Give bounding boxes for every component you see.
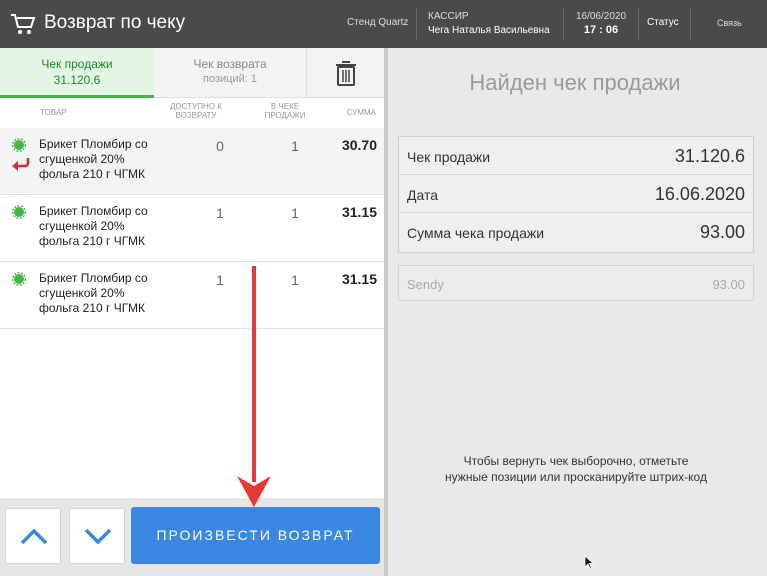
column-in-receipt-line2: ПРОДАЖИ [264,111,306,120]
status-dot-icon [12,272,26,286]
table-row[interactable]: Брикет Пломбир со сгущенкой 20% фольга 2… [0,128,384,195]
chevron-down-icon [84,528,112,545]
page-title: Возврат по чеку [44,12,186,33]
annotation-arrow [237,266,271,507]
top-bar: Возврат по чеку Стенд Quartz КАССИР Чега… [0,0,767,48]
date-value: 16.06.2020 [654,184,745,204]
clear-button[interactable] [307,48,384,98]
divider [638,8,639,40]
status-dot-icon [12,138,26,152]
info-row: Чек продажи 31.120.6 [399,137,753,175]
header-time: 17 : 06 [583,24,619,36]
tab-return-positions: позиций: 1 [203,73,257,85]
item-sum: 31.15 [341,271,377,287]
action-bar: ПРОИЗВЕСТИ ВОЗВРАТ [0,498,384,576]
table-header: ТОВАР ДОСТУПНО К ВОЗВРАТУ В ЧЕКЕ ПРОДАЖИ… [0,100,384,128]
item-available: 0 [216,138,224,154]
hint-line2: нужные позиции или просканируйте штрих-к… [445,470,707,484]
chevron-up-icon [20,528,48,545]
info-row: Сумма чека продажи 93.00 [399,213,753,251]
sendy-value: 93.00 [712,277,745,292]
column-available-line1: ДОСТУПНО К [170,102,222,111]
divider [416,8,417,40]
tab-sale-label: Чек продажи [41,57,113,71]
hint-line1: Чтобы вернуть чек выборочно, отметьте [463,454,689,468]
column-in-receipt-line1: В ЧЕКЕ [270,102,300,111]
receipt-value: 31.120.6 [674,146,745,166]
receipt-label: Чек продажи [407,149,491,165]
divider [563,8,564,40]
column-item: ТОВАР [40,108,67,117]
item-name: Брикет Пломбир со сгущенкой 20% фольга 2… [39,137,148,181]
table-row[interactable]: Брикет Пломбир со сгущенкой 20% фольга 2… [0,262,384,329]
cart-icon [11,14,36,34]
tab-return-label: Чек возврата [193,57,267,71]
status-button[interactable]: Статус [647,17,679,28]
return-arrow-icon [12,158,30,171]
tab-sale-number: 31.120.6 [53,73,101,87]
mouse-cursor-icon [584,555,594,569]
items-list: Брикет Пломбир со сгущенкой 20% фольга 2… [0,128,384,329]
found-title: Найден чек продажи [469,70,681,95]
scroll-down-button[interactable] [69,508,125,564]
trash-icon [335,61,356,86]
make-return-button[interactable]: ПРОИЗВЕСТИ ВОЗВРАТ [131,507,380,564]
tab-return-receipt[interactable]: Чек возврата позиций: 1 [154,48,307,98]
sendy-label: Sendy [407,277,444,292]
stand-name: Стенд Quartz [347,17,409,28]
receipt-info: Чек продажи 31.120.6 Дата 16.06.2020 Сум… [398,136,754,253]
hint-text: Чтобы вернуть чек выборочно, отметьте ну… [408,453,744,485]
divider [690,8,691,40]
item-sum: 31.15 [341,204,377,220]
header-date: 16/06/2020 [575,11,627,22]
cashier-name: Чега Наталья Васильевна [428,25,550,36]
details-panel: Найден чек продажи Чек продажи 31.120.6 … [388,48,767,576]
item-available: 1 [216,205,224,221]
column-available-line2: ВОЗВРАТУ [175,111,217,120]
total-label: Сумма чека продажи [407,225,545,241]
status-dot-icon [12,205,26,219]
item-name: Брикет Пломбир со сгущенкой 20% фольга 2… [39,204,148,248]
scroll-up-button[interactable] [5,508,61,564]
column-sum: СУММА [346,108,376,117]
column-available: ДОСТУПНО К ВОЗВРАТУ [162,102,230,120]
total-value: 93.00 [699,222,745,242]
receipt-panel: Чек продажи 31.120.6 Чек возврата позици… [0,48,384,576]
column-in-receipt: В ЧЕКЕ ПРОДАЖИ [254,102,316,120]
item-sum: 30.70 [341,137,377,153]
cashier-caption: КАССИР [428,11,469,22]
sendy-row: Sendy 93.00 [398,265,754,301]
info-row: Дата 16.06.2020 [399,175,753,213]
item-name: Брикет Пломбир со сгущенкой 20% фольга 2… [39,271,148,315]
table-row[interactable]: Брикет Пломбир со сгущенкой 20% фольга 2… [0,195,384,262]
date-label: Дата [407,187,439,203]
tab-sale-receipt[interactable]: Чек продажи 31.120.6 [0,48,154,98]
connection-button[interactable]: Связь [717,18,742,28]
